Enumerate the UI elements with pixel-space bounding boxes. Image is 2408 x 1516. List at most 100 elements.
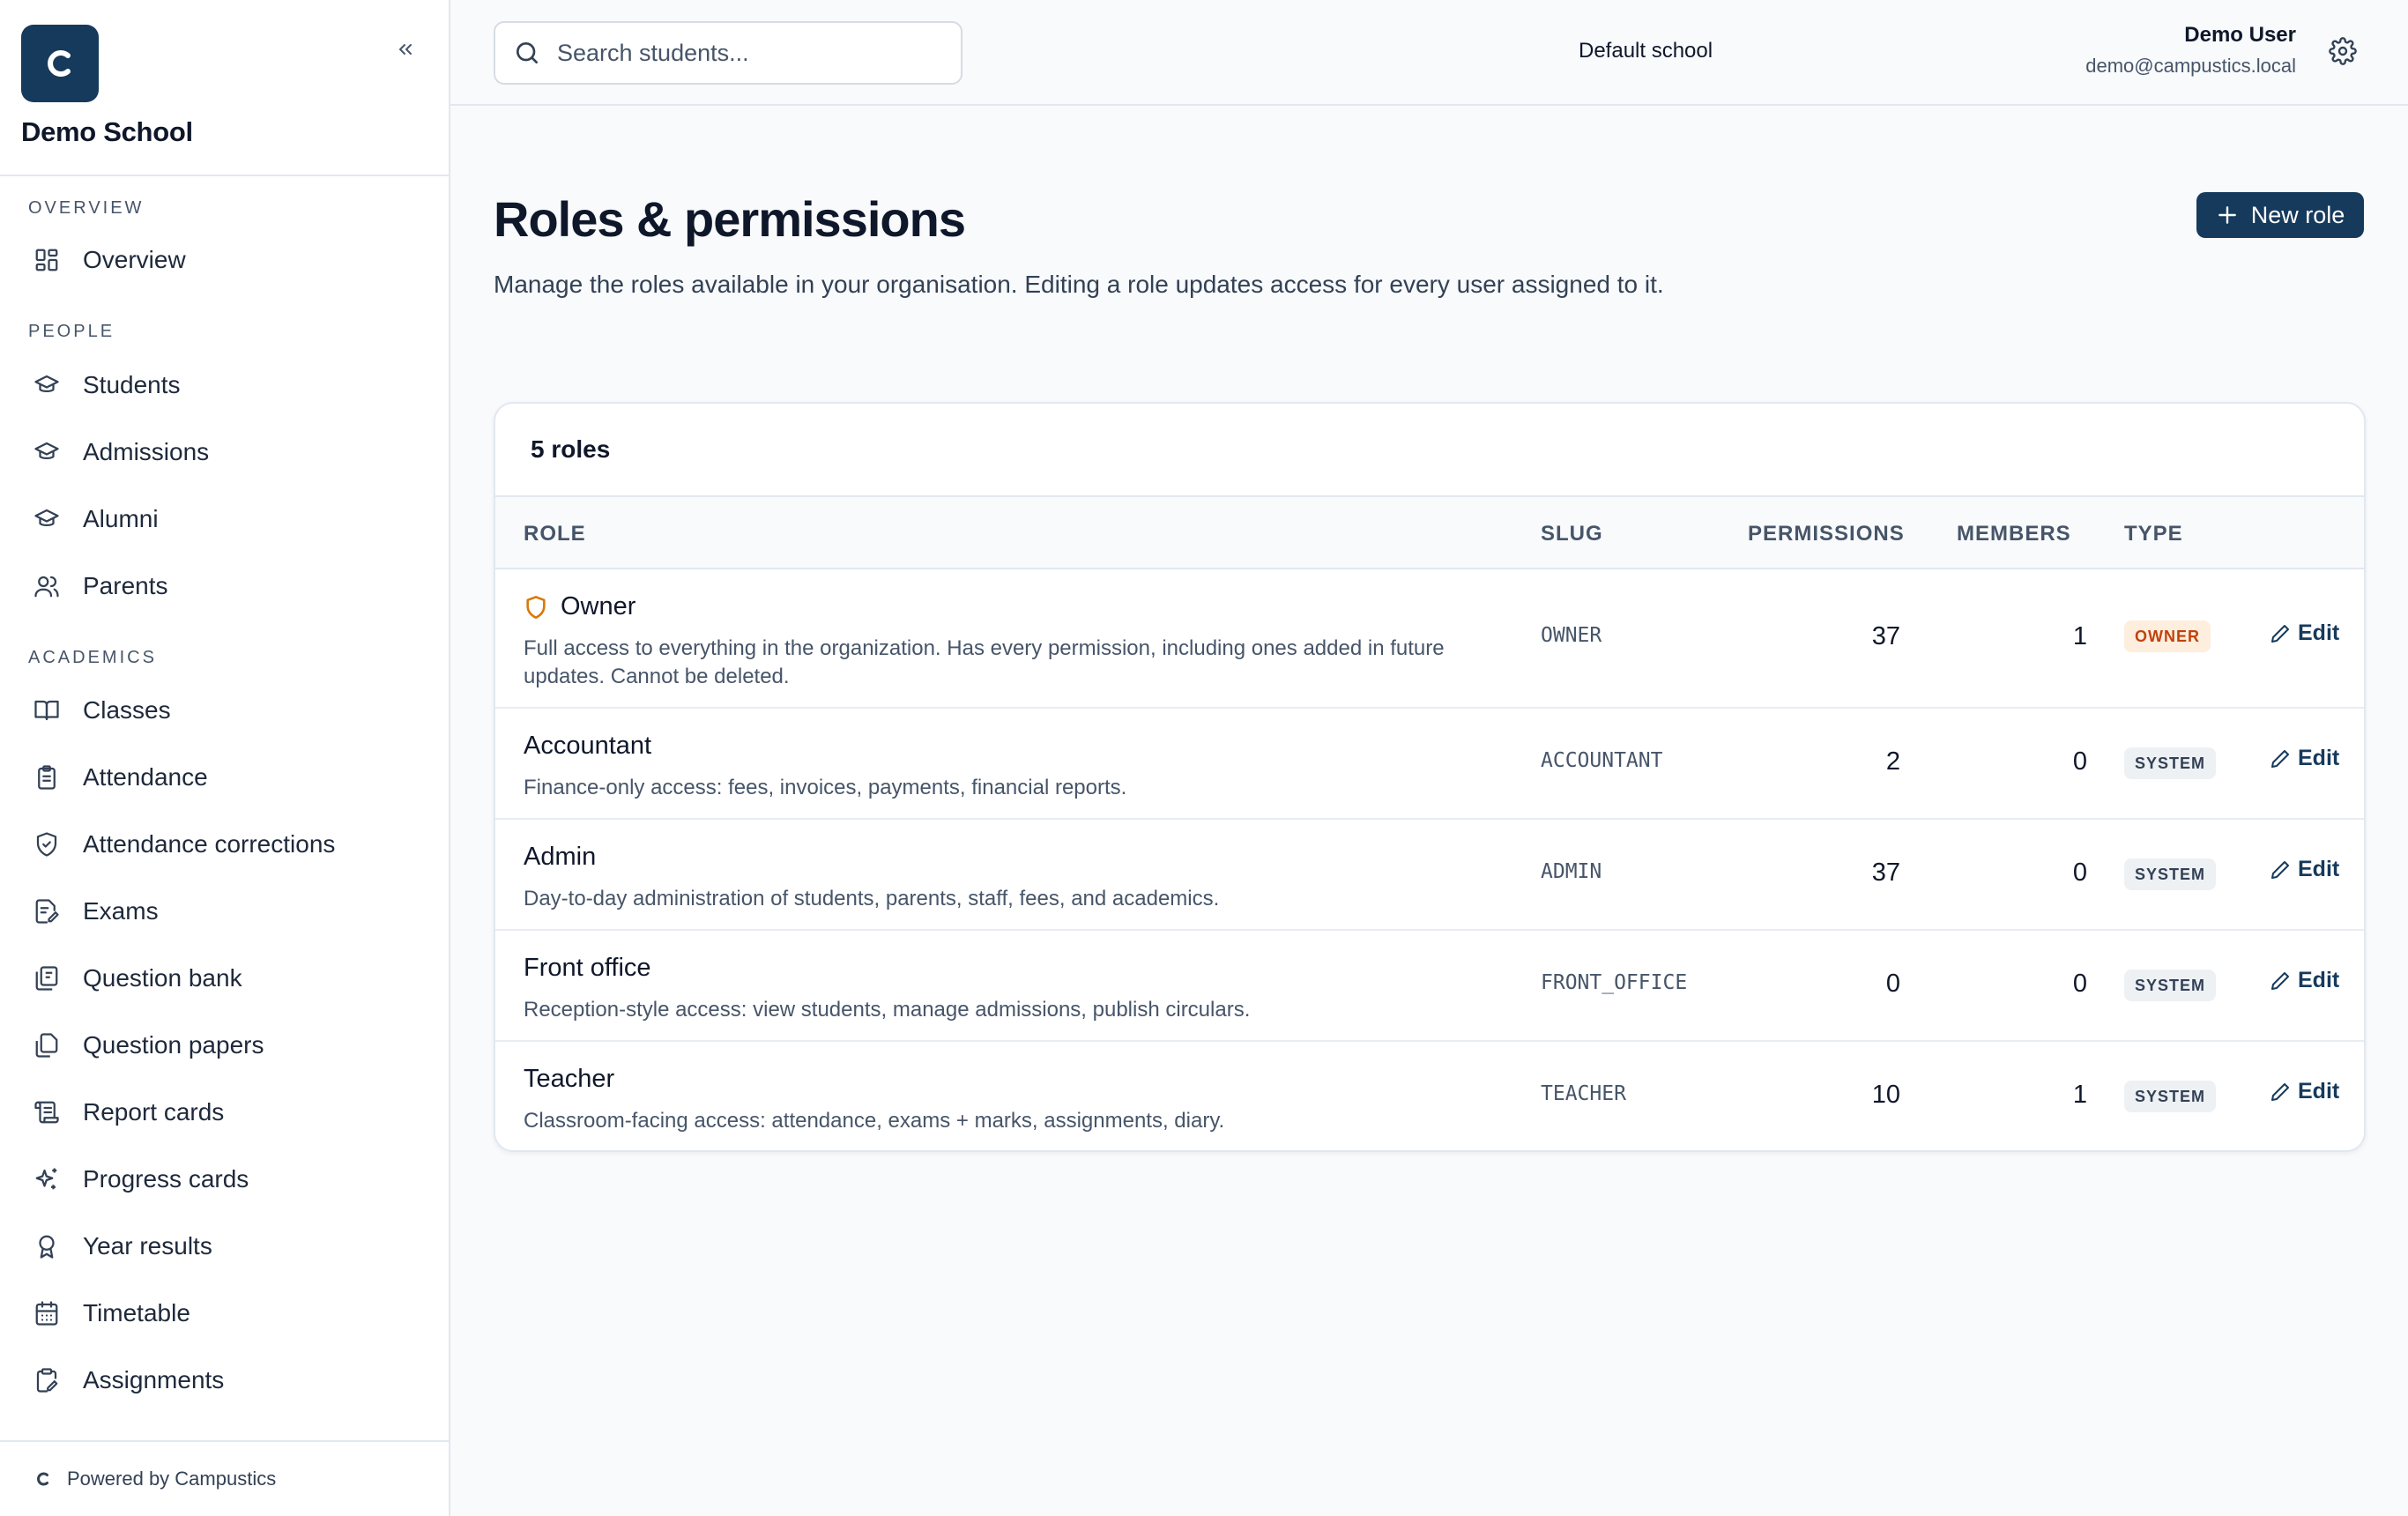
- files-icon: [32, 1030, 62, 1060]
- plus-icon: [2218, 206, 2236, 224]
- role-slug: ADMIN: [1541, 860, 1602, 883]
- scroll-icon: [32, 1097, 62, 1127]
- sidebar-item-progress-cards[interactable]: Progress cards: [16, 1152, 434, 1207]
- school-logo[interactable]: [21, 25, 99, 102]
- new-role-button[interactable]: New role: [2196, 192, 2364, 238]
- edit-label: Edit: [2298, 746, 2340, 770]
- user-name: Demo User: [2184, 23, 2296, 47]
- topbar: Default school Demo User demo@campustics…: [450, 0, 2408, 106]
- sidebar-item-overview[interactable]: Overview: [16, 233, 434, 287]
- search-box[interactable]: [494, 21, 962, 85]
- type-badge: SYSTEM: [2124, 858, 2217, 890]
- sidebar-item-label: Classes: [83, 696, 171, 724]
- nav-section-overview: OVERVIEW: [28, 198, 145, 218]
- sidebar-item-exams[interactable]: Exams: [16, 884, 434, 939]
- edit-role-button[interactable]: Edit: [2270, 857, 2339, 882]
- sidebar-nav: OVERVIEW Overview PEOPLE Students Admiss…: [0, 176, 449, 1440]
- sidebar-brand: Demo School: [0, 0, 449, 176]
- sidebar-item-attendance[interactable]: Attendance: [16, 750, 434, 805]
- sidebar-item-admissions[interactable]: Admissions: [16, 425, 434, 479]
- campustics-logo-icon: [37, 1472, 48, 1486]
- sidebar-item-label: Attendance corrections: [83, 830, 336, 858]
- role-name: Front office: [524, 954, 651, 982]
- sidebar-item-label: Progress cards: [83, 1165, 249, 1193]
- sidebar-item-label: Exams: [83, 897, 159, 925]
- members-count: 1: [2072, 1081, 2087, 1109]
- permissions-count: 37: [1871, 858, 1900, 887]
- role-description: Day-to-day administration of students, p…: [524, 887, 1220, 910]
- members-count: 0: [2072, 858, 2087, 887]
- members-count: 0: [2072, 747, 2087, 776]
- table-row: Front office Reception-style access: vie…: [495, 931, 2364, 1042]
- search-input[interactable]: [557, 39, 945, 67]
- pencil-icon: [2270, 859, 2291, 881]
- role-name-cell: Owner: [524, 592, 635, 621]
- powered-by-text: Powered by Campustics: [67, 1468, 277, 1490]
- pencil-icon: [2270, 748, 2291, 769]
- table-row: Teacher Classroom-facing access: attenda…: [495, 1042, 2364, 1150]
- user-email: demo@campustics.local: [2085, 55, 2296, 77]
- file-pen-icon: [32, 896, 62, 926]
- sidebar-item-label: Timetable: [83, 1299, 190, 1326]
- page-title: Roles & permissions: [494, 191, 966, 247]
- table-header: ROLE SLUG PERMISSIONS MEMBERS TYPE: [495, 497, 2364, 569]
- sidebar-item-label: Alumni: [83, 505, 159, 532]
- roles-count: 5 roles: [495, 404, 2364, 497]
- clipboard-list-icon: [32, 762, 62, 792]
- role-slug: OWNER: [1541, 624, 1602, 647]
- nav-section-academics: ACADEMICS: [28, 648, 157, 667]
- book-open-icon: [32, 695, 62, 725]
- sidebar-item-question-bank[interactable]: Question bank: [16, 951, 434, 1006]
- sidebar-item-label: Question bank: [83, 964, 242, 992]
- sidebar: Demo School OVERVIEW Overview PEOPLE Stu…: [0, 0, 450, 1516]
- sidebar-item-question-papers[interactable]: Question papers: [16, 1018, 434, 1073]
- sidebar-item-alumni[interactable]: Alumni: [16, 492, 434, 546]
- app-root: Demo School OVERVIEW Overview PEOPLE Stu…: [0, 0, 2408, 1516]
- role-description: Full access to everything in the organiz…: [524, 636, 1445, 688]
- role-description: Reception-style access: view students, m…: [524, 998, 1251, 1022]
- sidebar-footer: Powered by Campustics: [0, 1440, 449, 1516]
- role-slug: FRONT_OFFICE: [1541, 971, 1688, 994]
- role-description: Finance-only access: fees, invoices, pay…: [524, 776, 1127, 799]
- column-header-role: ROLE: [524, 522, 586, 546]
- sidebar-item-students[interactable]: Students: [16, 358, 434, 412]
- award-icon: [32, 1231, 62, 1261]
- role-slug: ACCOUNTANT: [1541, 749, 1663, 772]
- sidebar-item-assignments[interactable]: Assignments: [16, 1353, 434, 1408]
- page-description: Manage the roles available in your organ…: [494, 271, 1664, 298]
- edit-label: Edit: [2298, 968, 2340, 992]
- permissions-count: 0: [1885, 970, 1900, 998]
- sidebar-item-label: Attendance: [83, 763, 208, 791]
- sidebar-item-classes[interactable]: Classes: [16, 683, 434, 738]
- type-badge: SYSTEM: [2124, 1081, 2217, 1112]
- gear-icon: [2329, 37, 2357, 65]
- role-name-cell: Teacher: [524, 1065, 614, 1094]
- column-header-members: MEMBERS: [1957, 522, 2071, 546]
- collapse-sidebar-button[interactable]: [388, 33, 423, 65]
- edit-label: Edit: [2298, 1079, 2340, 1104]
- sidebar-item-report-cards[interactable]: Report cards: [16, 1085, 434, 1140]
- sidebar-item-attendance-corrections[interactable]: Attendance corrections: [16, 817, 434, 872]
- clipboard-pen-icon: [32, 1365, 62, 1395]
- sidebar-item-label: Year results: [83, 1232, 212, 1260]
- sidebar-item-label: Question papers: [83, 1031, 264, 1059]
- edit-role-button[interactable]: Edit: [2270, 1079, 2339, 1104]
- sidebar-item-year-results[interactable]: Year results: [16, 1219, 434, 1274]
- sidebar-item-label: Parents: [83, 572, 168, 599]
- school-switcher[interactable]: Default school: [1579, 39, 1713, 63]
- new-role-label: New role: [2250, 201, 2345, 228]
- edit-role-button[interactable]: Edit: [2270, 621, 2339, 646]
- edit-role-button[interactable]: Edit: [2270, 968, 2339, 993]
- settings-button[interactable]: [2325, 33, 2360, 69]
- user-menu[interactable]: Demo User demo@campustics.local: [2085, 23, 2296, 78]
- permissions-count: 37: [1871, 622, 1900, 650]
- sidebar-item-label: Admissions: [83, 438, 210, 465]
- sidebar-item-timetable[interactable]: Timetable: [16, 1286, 434, 1341]
- permissions-count: 2: [1885, 747, 1900, 776]
- edit-label: Edit: [2298, 857, 2340, 881]
- role-description: Classroom-facing access: attendance, exa…: [524, 1109, 1225, 1133]
- roles-card: 5 roles ROLE SLUG PERMISSIONS MEMBERS TY…: [494, 402, 2366, 1152]
- sidebar-item-label: Students: [83, 371, 181, 398]
- edit-role-button[interactable]: Edit: [2270, 746, 2339, 771]
- sidebar-item-parents[interactable]: Parents: [16, 559, 434, 613]
